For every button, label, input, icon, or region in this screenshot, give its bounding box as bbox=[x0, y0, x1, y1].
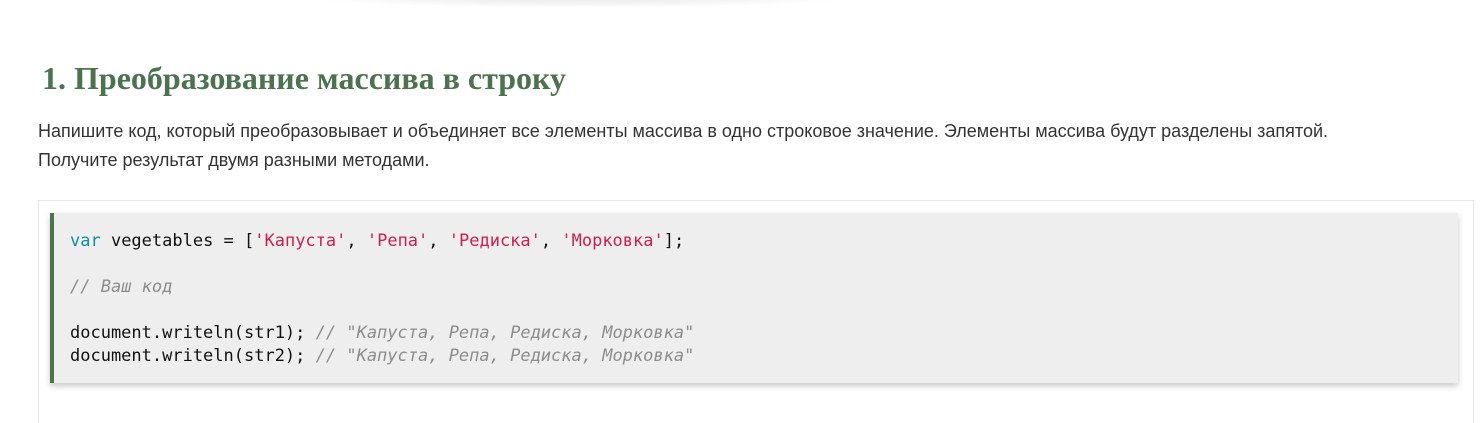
code-text: ]; bbox=[663, 231, 685, 251]
code-keyword: var bbox=[70, 231, 101, 251]
code-separator: , bbox=[346, 231, 367, 251]
code-comment: // "Капуста, Репа, Редиска, Морковка" bbox=[315, 323, 695, 343]
code-line-output-2: document.writeln(str2); // "Капуста, Реп… bbox=[70, 345, 694, 368]
task-description: Напишите код, который преобразовывает и … bbox=[38, 117, 1478, 175]
code-separator: , bbox=[428, 231, 449, 251]
code-string: 'Капуста' bbox=[254, 231, 347, 251]
task-description-line: Получите результат двумя разными методам… bbox=[38, 150, 430, 170]
code-text: document.writeln(str2); bbox=[70, 346, 316, 366]
task-title: 1. Преобразование массива в строку bbox=[42, 60, 566, 96]
code-comment: // "Капуста, Репа, Редиска, Морковка" bbox=[315, 346, 695, 366]
code-line-comment: // Ваш код bbox=[70, 276, 172, 299]
code-string: 'Редиска' bbox=[448, 231, 541, 251]
code-comment: // Ваш код bbox=[70, 277, 173, 297]
code-string: 'Морковка' bbox=[561, 231, 664, 251]
code-separator: , bbox=[540, 231, 562, 251]
task-description-line: Напишите код, который преобразовывает и … bbox=[38, 121, 1329, 141]
decorative-shadow bbox=[300, 0, 860, 8]
code-string: 'Репа' bbox=[366, 231, 429, 251]
code-line-output-1: document.writeln(str1); // "Капуста, Реп… bbox=[70, 322, 694, 345]
code-text: document.writeln(str1); bbox=[70, 323, 316, 343]
code-line-declaration: var vegetables = ['Капуста', 'Репа', 'Ре… bbox=[70, 230, 684, 253]
code-text: vegetables = [ bbox=[100, 231, 255, 251]
